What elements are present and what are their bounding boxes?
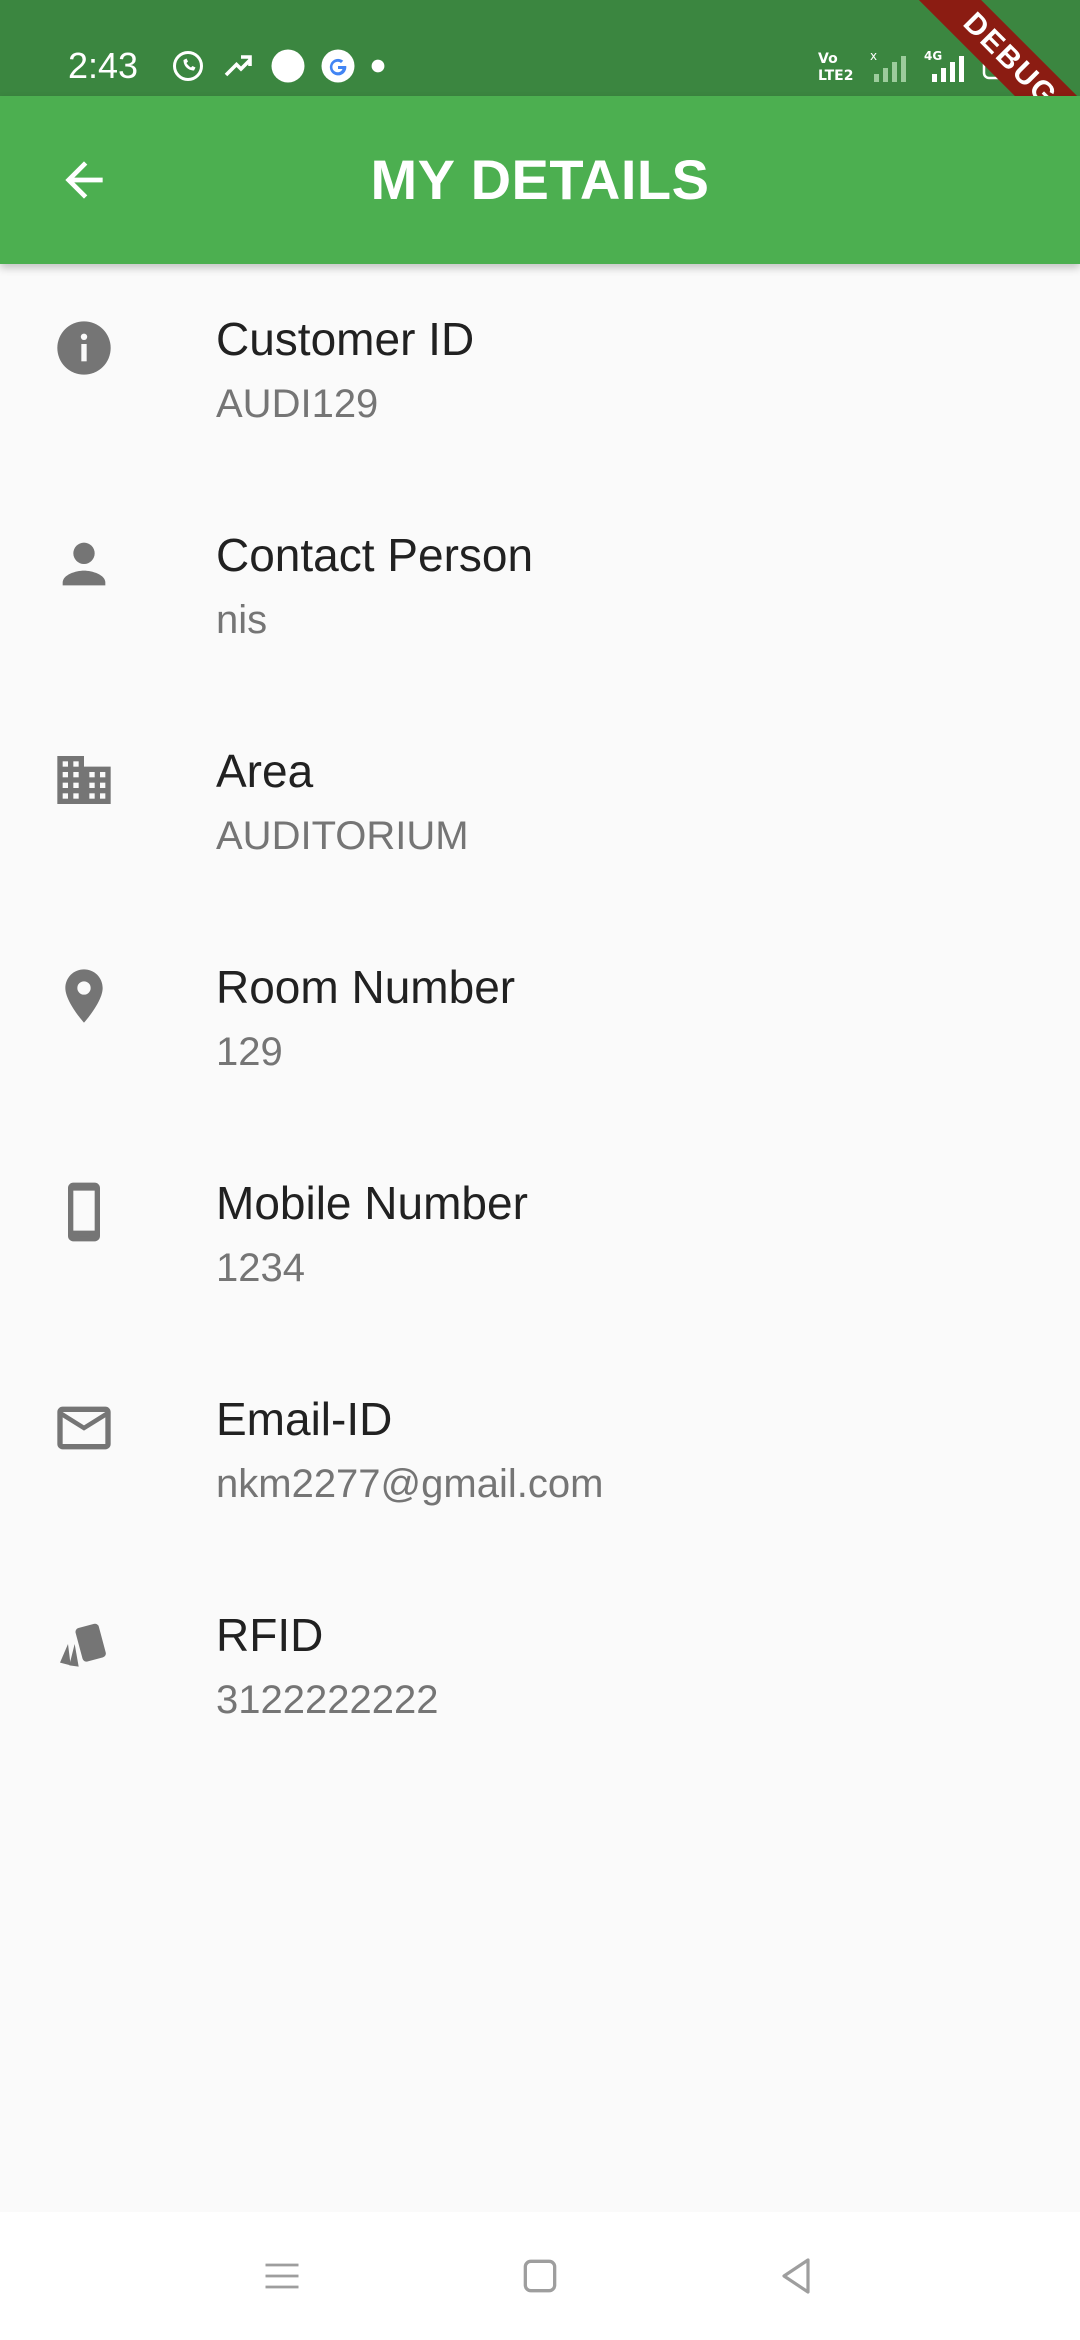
system-back-button[interactable] (756, 2236, 836, 2316)
signal-sim1-icon: x (870, 48, 914, 84)
recent-apps-button[interactable] (242, 2236, 322, 2316)
location-pin-icon (52, 964, 116, 1028)
back-triangle-icon (782, 2258, 810, 2294)
detail-label: RFID (216, 1609, 324, 1661)
phone-icon (52, 1180, 116, 1244)
detail-row-rfid: RFID 3122222222 (0, 1560, 1080, 1776)
detail-row-email: Email-ID nkm2277@gmail.com (0, 1344, 1080, 1560)
person-icon (52, 532, 116, 596)
detail-value: 1234 (216, 1246, 305, 1290)
jio-icon (270, 48, 306, 84)
svg-text:LTE2: LTE2 (818, 68, 853, 84)
cards-icon (52, 1612, 116, 1676)
app-notification-icon (220, 48, 256, 84)
svg-text:Vo: Vo (818, 51, 838, 67)
navigation-bar (0, 2212, 1080, 2340)
notification-icons (170, 46, 386, 86)
detail-row-mobile-number: Mobile Number 1234 (0, 1128, 1080, 1344)
detail-label: Area (216, 745, 314, 797)
detail-label: Email-ID (216, 1393, 393, 1445)
volte-icon: Vo LTE2 (816, 48, 860, 84)
whatsapp-icon (170, 48, 206, 84)
status-bar: 2:43 VoLTE2 x 4G 33 DEBUG (0, 0, 1080, 189)
detail-label: Room Number (216, 961, 516, 1013)
details-list: Customer ID AUDI129 Contact Person nis A… (0, 264, 1080, 1776)
info-icon (52, 316, 116, 380)
detail-row-room-number: Room Number 129 (0, 912, 1080, 1128)
home-square-icon (523, 2259, 557, 2293)
signal-sim2-icon: 4G (924, 48, 972, 84)
detail-value: nkm2277@gmail.com (216, 1462, 604, 1506)
detail-label: Contact Person (216, 529, 534, 581)
detail-row-contact-person: Contact Person nis (0, 480, 1080, 696)
detail-row-customer-id: Customer ID AUDI129 (0, 264, 1080, 480)
mail-icon (52, 1396, 116, 1460)
svg-text:4G: 4G (924, 49, 942, 63)
menu-icon (265, 2263, 299, 2289)
building-icon (52, 748, 116, 812)
home-button[interactable] (500, 2236, 580, 2316)
detail-row-area: Area AUDITORIUM (0, 696, 1080, 912)
detail-label: Mobile Number (216, 1177, 528, 1229)
google-icon (320, 48, 356, 84)
detail-value: AUDITORIUM (216, 814, 469, 858)
status-time: 2:43 (68, 45, 139, 86)
detail-value: nis (216, 598, 268, 642)
detail-value: 3122222222 (216, 1678, 439, 1722)
detail-value: 129 (216, 1030, 283, 1074)
page-title: MY DETAILS (370, 148, 710, 211)
detail-label: Customer ID (216, 313, 475, 365)
detail-value: AUDI129 (216, 382, 379, 426)
app-bar: MY DETAILS (0, 96, 1080, 264)
svg-text:x: x (870, 49, 877, 63)
dot-icon (370, 58, 386, 74)
